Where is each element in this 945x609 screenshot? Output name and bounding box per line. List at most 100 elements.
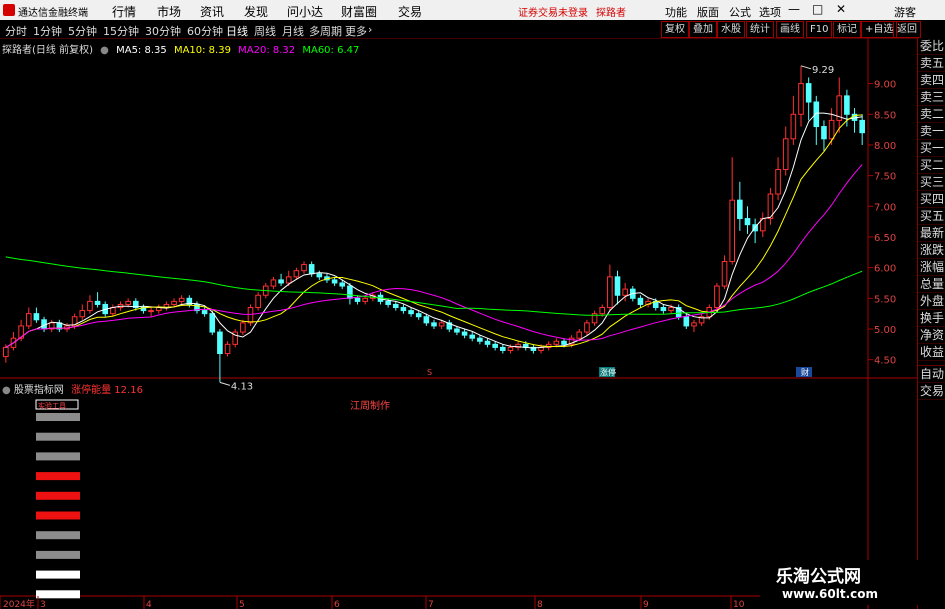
menu-market[interactable]: 市场 — [157, 3, 181, 20]
draw-line-button[interactable]: 画线 — [776, 21, 804, 38]
candle-body — [507, 346, 514, 351]
overlay-button[interactable]: 叠加 — [689, 21, 717, 38]
period-more[interactable]: 更多 — [345, 23, 367, 39]
candle-body — [622, 288, 628, 296]
close-icon[interactable]: ✕ — [836, 2, 846, 16]
low-pointer — [219, 381, 231, 386]
menu-ask[interactable]: 问小达 — [287, 3, 323, 20]
menu-function[interactable]: 功能 — [665, 4, 687, 20]
x-tick-label: 9 — [643, 600, 649, 609]
candle-body — [484, 340, 491, 345]
candle-body — [354, 297, 361, 302]
candle-body — [805, 83, 812, 103]
menu-wealth[interactable]: 财富圈 — [341, 3, 377, 20]
y-tick-label: 5.50 — [874, 294, 896, 305]
more-chevron-icon[interactable]: › — [368, 23, 372, 36]
side-item-sell5[interactable]: 卖五 — [918, 55, 945, 72]
period-30min[interactable]: 30分钟 — [145, 23, 181, 39]
guest-label[interactable]: 游客 — [894, 4, 916, 20]
side-item-weibi[interactable]: 委比 — [918, 38, 945, 55]
side-item-buy2[interactable]: 买二 — [918, 157, 945, 174]
menu-trade[interactable]: 交易 — [398, 3, 422, 20]
maximize-icon[interactable]: □ — [812, 2, 823, 16]
login-notice[interactable]: 证券交易未登录 — [518, 4, 588, 19]
side-item-trade[interactable]: 交易 — [918, 383, 945, 400]
candle-body — [201, 310, 208, 315]
period-multi[interactable]: 多周期 — [309, 23, 342, 39]
period-60min[interactable]: 60分钟 — [187, 23, 223, 39]
candle-body — [400, 307, 407, 312]
menu-discover[interactable]: 发现 — [244, 3, 268, 20]
side-item-volume[interactable]: 总量 — [918, 276, 945, 293]
candle-body — [171, 300, 177, 305]
candle-body — [729, 199, 735, 263]
back-button[interactable]: 返回 — [893, 21, 921, 38]
side-item-sell4[interactable]: 卖四 — [918, 72, 945, 89]
x-tick-label: 4 — [146, 600, 152, 609]
side-item-net-assets[interactable]: 净资 — [918, 327, 945, 344]
water-stock-button[interactable]: 水股 — [717, 21, 745, 38]
candle-body — [87, 300, 93, 312]
menu-formula[interactable]: 公式 — [729, 4, 751, 20]
low-label: 4.13 — [231, 381, 253, 392]
side-item-sell1[interactable]: 卖一 — [918, 123, 945, 140]
candle-body — [859, 119, 865, 134]
side-item-sell3[interactable]: 卖三 — [918, 89, 945, 106]
candle-body — [844, 95, 850, 115]
candle-body — [775, 168, 781, 195]
candle-body — [637, 297, 644, 305]
side-item-change[interactable]: 涨跌 — [918, 242, 945, 259]
period-daily[interactable]: 日线 — [226, 23, 248, 39]
adjust-button[interactable]: 复权 — [661, 21, 689, 38]
side-item-buy5[interactable]: 买五 — [918, 208, 945, 225]
price-chart[interactable]: 9.00 8.50 8.00 7.50 7.00 6.50 6.00 5.50 5.00 4.50… — [0, 38, 917, 609]
period-monthly[interactable]: 月线 — [282, 23, 304, 39]
candle-body — [240, 322, 246, 333]
user-name[interactable]: 探路者 — [596, 4, 626, 19]
x-tick-label: 7 — [428, 600, 434, 609]
candle-body — [599, 307, 606, 315]
side-item-outer[interactable]: 外盘 — [918, 293, 945, 310]
period-5min[interactable]: 5分钟 — [68, 23, 97, 39]
menu-quotes[interactable]: 行情 — [112, 3, 136, 20]
minimize-icon[interactable]: — — [788, 2, 800, 16]
candle-body — [178, 297, 185, 302]
f10-button[interactable]: F10 — [806, 21, 833, 38]
y-tick-label: 8.00 — [874, 141, 896, 152]
indicator-bar — [36, 531, 80, 540]
event-marker: 涨停 — [600, 367, 616, 377]
menu-options[interactable]: 选项 — [759, 4, 781, 20]
period-1min[interactable]: 1分钟 — [33, 23, 62, 39]
side-item-turnover[interactable]: 换手 — [918, 310, 945, 327]
add-watchlist-button[interactable]: +自选 — [861, 21, 898, 38]
period-timeshare[interactable]: 分时 — [5, 23, 27, 39]
side-item-sell2[interactable]: 卖二 — [918, 106, 945, 123]
candle-body — [3, 346, 9, 358]
side-item-earnings[interactable]: 收益 — [918, 344, 945, 361]
ma-legend: 探路者(日线 前复权) ● MA5: 8.35 MA10: 8.39 MA20:… — [2, 41, 363, 56]
y-tick-label: 8.50 — [874, 110, 896, 121]
candle-body — [584, 322, 590, 333]
indicator-source: 股票指标网 — [13, 385, 64, 396]
period-weekly[interactable]: 周线 — [254, 23, 276, 39]
side-item-buy1[interactable]: 买一 — [918, 140, 945, 157]
side-item-buy3[interactable]: 买三 — [918, 174, 945, 191]
side-item-change-pct[interactable]: 涨幅 — [918, 259, 945, 276]
quote-side-panel: 委比 卖五 卖四 卖三 卖二 卖一 买一 买二 买三 买四 买五 最新 涨跌 涨… — [917, 38, 945, 609]
watermark-logo-text: 乐淘公式网 — [776, 567, 861, 587]
side-item-latest[interactable]: 最新 — [918, 225, 945, 242]
candle-body — [285, 276, 292, 284]
candle-body — [691, 322, 697, 327]
menu-news[interactable]: 资讯 — [200, 3, 224, 20]
statistics-button[interactable]: 统计 — [746, 21, 774, 38]
indicator-value: 12.16 — [114, 385, 143, 396]
side-item-buy4[interactable]: 买四 — [918, 191, 945, 208]
candle-body — [408, 310, 414, 315]
menu-layout[interactable]: 版面 — [697, 4, 719, 20]
candle-body — [500, 346, 506, 351]
mark-button[interactable]: 标记 — [833, 21, 861, 38]
y-tick-label: 4.50 — [874, 356, 896, 367]
period-15min[interactable]: 15分钟 — [103, 23, 139, 39]
candle-body — [423, 316, 430, 324]
side-item-auto[interactable]: 自动 — [918, 365, 945, 383]
